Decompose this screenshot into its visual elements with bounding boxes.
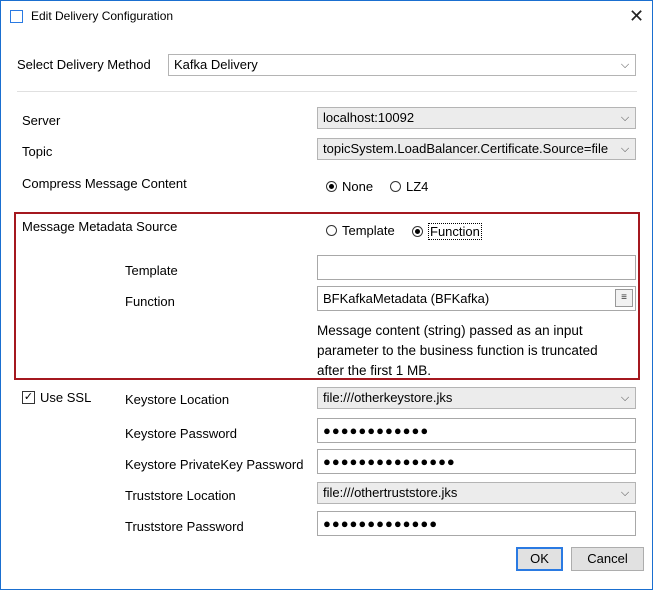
topic-label: Topic — [22, 144, 53, 159]
keystore-location-select[interactable]: file:///otherkeystore.jks ⌵ — [317, 387, 636, 409]
truststore-location-label: Truststore Location — [125, 488, 236, 503]
server-label: Server — [22, 113, 61, 128]
template-label: Template — [125, 263, 178, 278]
keystore-password-input[interactable]: ●●●●●●●●●●●● — [317, 418, 636, 443]
compress-none-radio[interactable]: None — [326, 179, 373, 194]
window-icon — [10, 10, 23, 23]
dialog-window: Edit Delivery Configuration ✕ Select Del… — [0, 0, 653, 590]
compress-label: Compress Message Content — [22, 176, 187, 191]
topic-select[interactable]: topicSystem.LoadBalancer.Certificate.Sou… — [317, 138, 636, 160]
chevron-down-icon: ⌵ — [620, 392, 630, 404]
delivery-method-select[interactable]: Kafka Delivery ⌵ — [168, 54, 636, 76]
keystore-location-value: file:///otherkeystore.jks — [323, 390, 453, 405]
use-ssl-label: Use SSL — [40, 390, 92, 405]
metadata-source-label: Message Metadata Source — [22, 219, 178, 234]
keystore-privatekey-input[interactable]: ●●●●●●●●●●●●●●● — [317, 449, 636, 474]
close-button[interactable]: ✕ — [621, 1, 652, 32]
separator — [17, 91, 637, 92]
function-label: Function — [125, 294, 175, 309]
window-title: Edit Delivery Configuration — [31, 9, 174, 23]
compress-lz4-label: LZ4 — [406, 179, 429, 194]
list-icon[interactable]: ≡ — [615, 289, 633, 307]
keystore-location-label: Keystore Location — [125, 392, 230, 407]
ok-button[interactable]: OK — [516, 547, 563, 571]
use-ssl-checkbox[interactable]: ✓ Use SSL — [22, 390, 91, 405]
function-input[interactable]: BFKafkaMetadata (BFKafka) ≡ — [317, 286, 636, 311]
keystore-password-label: Keystore Password — [125, 426, 237, 441]
server-select[interactable]: localhost:10092 ⌵ — [317, 107, 636, 129]
server-value: localhost:10092 — [323, 110, 415, 125]
title-bar: Edit Delivery Configuration ✕ — [1, 1, 652, 32]
chevron-down-icon: ⌵ — [620, 59, 630, 71]
compress-none-label: None — [342, 179, 374, 194]
metadata-template-option-label: Template — [342, 223, 395, 238]
radio-unselected-icon — [326, 225, 337, 236]
chevron-down-icon: ⌵ — [620, 112, 630, 124]
function-value: BFKafkaMetadata (BFKafka) — [323, 291, 490, 306]
keystore-privatekey-label: Keystore PrivateKey Password — [125, 457, 304, 472]
truststore-location-select[interactable]: file:///othertruststore.jks ⌵ — [317, 482, 636, 504]
truststore-password-label: Truststore Password — [125, 519, 244, 534]
chevron-down-icon: ⌵ — [620, 487, 630, 499]
compress-lz4-radio[interactable]: LZ4 — [390, 179, 428, 194]
delivery-method-value: Kafka Delivery — [174, 57, 258, 72]
delivery-method-label: Select Delivery Method — [17, 57, 151, 72]
checkmark-icon: ✓ — [22, 391, 35, 404]
radio-selected-icon — [412, 226, 423, 237]
metadata-template-radio[interactable]: Template — [326, 223, 395, 238]
metadata-function-radio[interactable]: Function — [412, 223, 482, 240]
topic-value: topicSystem.LoadBalancer.Certificate.Sou… — [323, 141, 609, 156]
chevron-down-icon: ⌵ — [620, 143, 630, 155]
metadata-function-option-label: Function — [428, 223, 482, 240]
function-description: Message content (string) passed as an in… — [317, 323, 598, 378]
cancel-button[interactable]: Cancel — [571, 547, 644, 571]
truststore-location-value: file:///othertruststore.jks — [323, 485, 458, 500]
truststore-password-input[interactable]: ●●●●●●●●●●●●● — [317, 511, 636, 536]
radio-selected-icon — [326, 181, 337, 192]
template-input[interactable] — [317, 255, 636, 280]
dialog-content: Select Delivery Method Kafka Delivery ⌵ … — [1, 32, 652, 589]
close-icon: ✕ — [628, 6, 645, 26]
radio-unselected-icon — [390, 181, 401, 192]
